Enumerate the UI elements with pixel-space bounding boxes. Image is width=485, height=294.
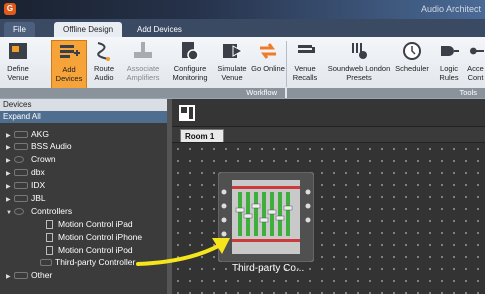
tree-item-label: Crown [31,154,56,164]
title-bar: G Audio Architect [0,0,485,19]
logic-rules-icon [441,46,459,56]
ribbon-tabs: File Offline Design Add Devices [0,19,485,37]
tree-item-third-party-controller[interactable]: Third-party Controller [40,256,135,268]
go-online-button[interactable]: Go Online [250,40,286,90]
brand-logo-icon [14,169,28,177]
expand-all-button[interactable]: Expand All [0,111,167,123]
scheduler-label: Scheduler [395,64,429,73]
tree-item-crown[interactable]: ▶ Crown [6,153,56,165]
tree-item-motion-control-ipad[interactable]: Motion Control iPad [46,218,133,230]
soundweb-london-presets-label: Soundweb London Presets [327,64,391,82]
add-devices-icon [60,45,80,58]
tree-item-label: JBL [31,193,46,203]
iphone-icon [46,233,53,243]
tree-item-dbx[interactable]: ▶ dbx [6,166,45,178]
tree-item-other[interactable]: ▶ Other [6,269,52,281]
window-title: Audio Architect [420,4,481,14]
tree-item-jbl[interactable]: ▶ JBL [6,192,46,204]
associate-amplifiers-label: Associate Amplifiers [126,64,160,82]
brand-logo-icon [14,195,28,203]
presets-icon [352,43,367,59]
brand-logo-icon [14,143,28,151]
tree-item-motion-control-ipod[interactable]: Motion Control iPod [46,244,133,256]
tree-item-label: Third-party Controller [55,257,136,267]
access-control-button[interactable]: Acce Cont [466,40,485,90]
tree-item-bss-audio[interactable]: ▶ BSS Audio [6,140,72,152]
ipad-icon [46,220,53,230]
add-devices-label: Add Devices [55,65,83,83]
simulate-venue-label: Simulate Venue [217,64,247,82]
tab-room-1[interactable]: Room 1 [180,129,224,142]
brand-logo-icon [14,131,28,139]
venue-recalls-button[interactable]: Venue Recalls [287,40,323,90]
define-venue-icon [9,43,27,59]
route-audio-icon [97,42,110,61]
route-audio-label: Route Audio [93,64,114,82]
configure-monitoring-label: Configure Monitoring [172,64,208,82]
tree-item-label: IDX [31,180,46,190]
other-icon [14,272,28,280]
access-control-label: Acce Cont [467,64,484,82]
add-devices-button[interactable]: Add Devices [51,40,87,90]
scheduler-icon [403,42,421,60]
controllers-icon [14,208,24,216]
scheduler-button[interactable]: Scheduler [394,40,430,90]
soundweb-london-presets-button[interactable]: Soundweb London Presets [326,40,392,90]
tree-item-label: dbx [31,167,45,177]
tree-item-motion-control-iphone[interactable]: Motion Control iPhone [46,231,142,243]
tutorial-arrow-icon [136,238,230,266]
controller-device-icon [40,259,52,267]
devices-panel-title: Devices [0,99,167,111]
tree-item-label: Motion Control iPad [58,219,133,229]
canvas-toolbar [172,99,485,127]
tree-item-label: Other [31,270,53,280]
ipod-icon [46,246,53,256]
tree-item-label: AKG [31,129,49,139]
define-venue-button[interactable]: Define Venue [0,40,36,90]
workflow-group-label: Workflow [0,88,285,98]
device-label: Third-party Co... [232,263,305,274]
expand-arrow-icon[interactable]: ▶ [6,271,14,283]
tree-item-akg[interactable]: ▶ AKG [6,128,49,140]
venue-recalls-label: Venue Recalls [292,64,318,82]
associate-amplifiers-button[interactable]: Associate Amplifiers [122,40,164,90]
tree-item-label: Motion Control iPod [58,245,133,255]
brand-logo-icon [14,156,24,164]
app-menu-icon[interactable]: G [4,3,16,15]
associate-amplifiers-icon [134,42,152,58]
tools-group-label: Tools [287,88,485,98]
tree-item-controllers[interactable]: ▼ Controllers [6,205,72,217]
route-audio-button[interactable]: Route Audio [86,40,122,90]
venue-recalls-icon [298,45,315,53]
simulate-venue-button[interactable]: Simulate Venue [214,40,250,90]
tab-offline-design[interactable]: Offline Design [54,22,123,37]
simulate-venue-icon [223,44,244,58]
go-online-label: Go Online [251,64,285,73]
tree-item-label: Controllers [31,206,73,216]
tab-add-devices[interactable]: Add Devices [128,22,191,37]
logic-rules-button[interactable]: Logic Rules [434,40,464,90]
ribbon: Define Venue Add Devices Route Audio Ass… [0,37,485,99]
tab-file[interactable]: File [4,22,35,37]
configure-monitoring-button[interactable]: Configure Monitoring [170,40,210,90]
brand-logo-icon [14,182,28,190]
collapse-arrow-icon[interactable]: ▼ [6,207,14,219]
tree-item-label: BSS Audio [31,141,72,151]
define-venue-label: Define Venue [7,64,29,82]
go-online-icon [260,43,276,59]
configure-monitoring-icon [182,42,199,61]
venue-layout-icon[interactable] [178,104,196,122]
access-control-icon [469,47,484,55]
logic-rules-label: Logic Rules [439,64,459,82]
tree-item-idx[interactable]: ▶ IDX [6,179,45,191]
